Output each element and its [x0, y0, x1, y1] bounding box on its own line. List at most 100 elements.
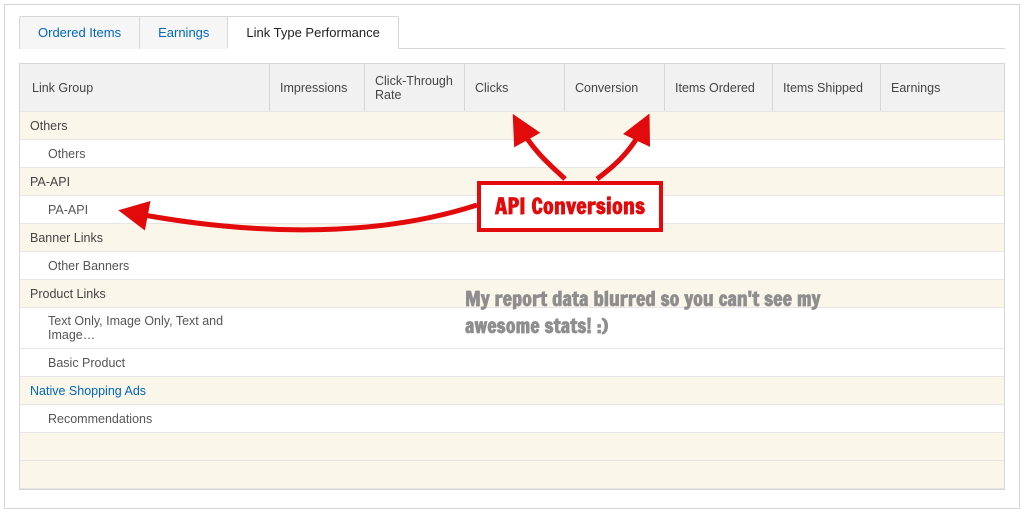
data-cell — [881, 349, 1004, 376]
data-cell — [270, 349, 365, 376]
col-earnings[interactable]: Earnings — [881, 64, 1004, 111]
data-cell — [270, 433, 365, 460]
tab-earnings[interactable]: Earnings — [139, 16, 228, 49]
table-row: Recommendations — [20, 405, 1004, 433]
table-row: Others — [20, 140, 1004, 168]
row-label: Others — [20, 112, 270, 139]
data-cell — [665, 461, 773, 488]
data-cell — [270, 377, 365, 404]
data-cell — [365, 308, 465, 348]
data-cell — [270, 461, 365, 488]
data-cell — [565, 433, 665, 460]
data-cell — [665, 224, 773, 251]
row-label: PA-API — [20, 196, 270, 223]
col-ctr[interactable]: Click-Through Rate — [365, 64, 465, 111]
data-cell — [665, 112, 773, 139]
data-cell — [773, 196, 881, 223]
row-label — [20, 461, 270, 488]
data-cell — [465, 252, 565, 279]
data-cell — [665, 433, 773, 460]
data-cell — [773, 349, 881, 376]
table-row: Basic Product — [20, 349, 1004, 377]
data-cell — [365, 140, 465, 167]
data-cell — [773, 405, 881, 432]
data-cell — [565, 405, 665, 432]
row-label: PA-API — [20, 168, 270, 195]
data-cell — [881, 377, 1004, 404]
col-items-shipped[interactable]: Items Shipped — [773, 64, 881, 111]
data-cell — [465, 140, 565, 167]
col-items-ordered[interactable]: Items Ordered — [665, 64, 773, 111]
data-cell — [881, 168, 1004, 195]
data-cell — [365, 377, 465, 404]
row-label: Others — [20, 140, 270, 167]
data-cell — [365, 196, 465, 223]
data-cell — [270, 308, 365, 348]
data-cell — [881, 252, 1004, 279]
data-cell — [773, 224, 881, 251]
data-cell — [365, 405, 465, 432]
data-cell — [773, 377, 881, 404]
data-cell — [773, 461, 881, 488]
data-cell — [270, 112, 365, 139]
data-cell — [773, 112, 881, 139]
data-cell — [665, 168, 773, 195]
data-cell — [465, 405, 565, 432]
tab-link-type-performance[interactable]: Link Type Performance — [227, 16, 398, 49]
data-cell — [365, 349, 465, 376]
data-cell — [465, 461, 565, 488]
row-label: Banner Links — [20, 224, 270, 251]
table-row: Native Shopping Ads — [20, 377, 1004, 405]
data-cell — [881, 196, 1004, 223]
data-cell — [881, 280, 1004, 307]
data-cell — [365, 433, 465, 460]
data-cell — [565, 112, 665, 139]
data-cell — [665, 252, 773, 279]
data-cell — [270, 280, 365, 307]
table-row-empty — [20, 461, 1004, 489]
data-cell — [270, 196, 365, 223]
data-cell — [881, 112, 1004, 139]
col-impressions[interactable]: Impressions — [270, 64, 365, 111]
data-cell — [365, 168, 465, 195]
table-row: Other Banners — [20, 252, 1004, 280]
data-cell — [881, 461, 1004, 488]
data-cell — [465, 349, 565, 376]
data-cell — [665, 196, 773, 223]
data-cell — [665, 349, 773, 376]
data-cell — [881, 140, 1004, 167]
data-cell — [365, 280, 465, 307]
data-cell — [270, 252, 365, 279]
data-cell — [665, 377, 773, 404]
data-cell — [881, 433, 1004, 460]
data-cell — [773, 140, 881, 167]
data-cell — [565, 461, 665, 488]
data-cell — [270, 140, 365, 167]
data-cell — [365, 112, 465, 139]
data-cell — [270, 224, 365, 251]
data-cell — [565, 252, 665, 279]
annotation-box: API Conversions — [477, 181, 663, 232]
data-cell — [773, 168, 881, 195]
table-header-row: Link Group Impressions Click-Through Rat… — [20, 64, 1004, 112]
row-label[interactable]: Native Shopping Ads — [20, 377, 270, 404]
data-cell — [365, 252, 465, 279]
data-cell — [465, 112, 565, 139]
col-clicks[interactable]: Clicks — [465, 64, 565, 111]
link-type-table: Link Group Impressions Click-Through Rat… — [19, 63, 1005, 490]
data-cell — [365, 224, 465, 251]
col-conversion[interactable]: Conversion — [565, 64, 665, 111]
data-cell — [773, 252, 881, 279]
annotation-caption: My report data blurred so you can't see … — [465, 285, 825, 339]
row-label: Text Only, Image Only, Text and Image… — [20, 308, 270, 348]
tab-ordered-items[interactable]: Ordered Items — [19, 16, 140, 49]
data-cell — [881, 405, 1004, 432]
row-label: Product Links — [20, 280, 270, 307]
row-label: Other Banners — [20, 252, 270, 279]
data-cell — [270, 168, 365, 195]
col-link-group[interactable]: Link Group — [20, 64, 270, 111]
data-cell — [465, 377, 565, 404]
data-cell — [665, 140, 773, 167]
data-cell — [665, 405, 773, 432]
data-cell — [565, 377, 665, 404]
